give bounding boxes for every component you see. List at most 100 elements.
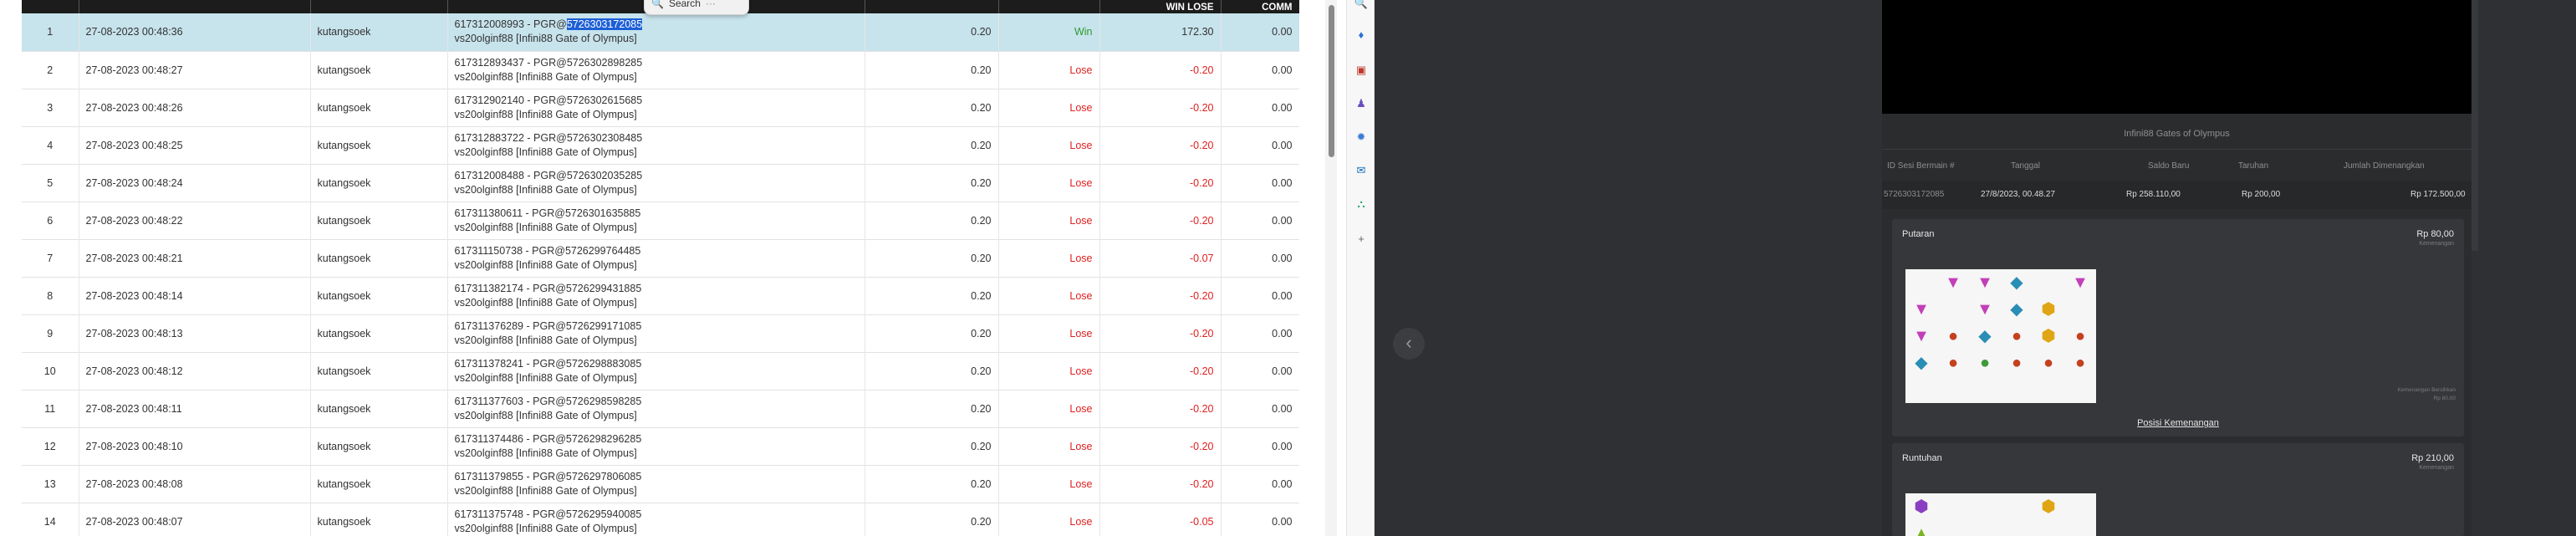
table-row[interactable]: 8 27-08-2023 00:48:14 kutangsoek 6173113821… xyxy=(22,277,1299,314)
row-date: 27-08-2023 00:48:22 xyxy=(79,202,311,239)
row-ref-id[interactable]: 5726298883085 xyxy=(566,358,641,370)
row-comm: 0.00 xyxy=(1221,51,1299,89)
row-ref-id[interactable]: 5726298598285 xyxy=(566,396,641,407)
table-row[interactable]: 2 27-08-2023 00:48:27 kutangsoek 6173128934… xyxy=(22,51,1299,89)
cart-icon[interactable]: ⛬ xyxy=(1353,196,1370,212)
column-header-comm[interactable]: COMM xyxy=(1221,0,1299,13)
row-comm: 0.00 xyxy=(1221,89,1299,126)
row-win-lose: -0.20 xyxy=(1099,202,1222,239)
search-icon[interactable]: 🔍 xyxy=(1353,0,1370,12)
row-ref-id[interactable]: 5726301635885 xyxy=(565,207,640,219)
row-status: Lose xyxy=(998,89,1100,126)
tag-icon[interactable]: ♦ xyxy=(1353,27,1370,43)
row-number: 2 xyxy=(22,51,79,89)
row-detail: 617311377603 - PGR@5726298598285 vs20olgi… xyxy=(447,390,865,427)
row-user: kutangsoek xyxy=(310,89,448,126)
row-user: kutangsoek xyxy=(310,352,448,390)
row-comm: 0.00 xyxy=(1221,13,1299,51)
column-header-no[interactable] xyxy=(22,0,79,13)
row-comm: 0.00 xyxy=(1221,427,1299,465)
column-header-user[interactable] xyxy=(310,0,448,13)
row-ref-prefix: 617311150738 - PGR@ xyxy=(454,244,565,257)
table-row[interactable]: 3 27-08-2023 00:48:26 kutangsoek 6173129021… xyxy=(22,89,1299,126)
triangle-gem-icon: ▼ xyxy=(1977,300,1993,319)
row-ref-id[interactable]: 5726299171085 xyxy=(566,320,641,332)
column-header-win-lose[interactable]: WIN LOSE xyxy=(1099,0,1222,13)
table-row[interactable]: 6 27-08-2023 00:48:22 kutangsoek 6173113806… xyxy=(22,202,1299,239)
row-ref-id[interactable]: 5726299431885 xyxy=(566,283,641,294)
search-icon[interactable]: 🔍 xyxy=(651,0,664,9)
copilot-icon[interactable]: ✹ xyxy=(1353,129,1370,145)
search-popup-label: Search xyxy=(668,0,701,9)
row-bet: 0.20 xyxy=(865,427,999,465)
header-session-id: ID Sesi Bermain # xyxy=(1887,161,1955,171)
session-id-value[interactable]: 5726303172085 xyxy=(1884,190,1944,199)
row-ref-prefix: 617312008488 - PGR@ xyxy=(454,169,567,181)
row-bet: 0.20 xyxy=(865,465,999,503)
table-row[interactable]: 4 27-08-2023 00:48:25 kutangsoek 6173128837… xyxy=(22,126,1299,164)
column-header-date[interactable] xyxy=(79,0,311,13)
green-triangle-gem-icon: ▲ xyxy=(1913,524,1930,536)
table-row[interactable]: 1 27-08-2023 00:48:36 kutangsoek 6173120089… xyxy=(22,13,1299,51)
chess-icon[interactable]: ♟ xyxy=(1353,95,1370,112)
win-positions-link[interactable]: Posisi Kemenangan xyxy=(1892,418,2464,428)
detail-scrollbar[interactable] xyxy=(2471,0,2478,251)
table-row[interactable]: 12 27-08-2023 00:48:10 kutangsoek 617311374… xyxy=(22,427,1299,465)
row-bet: 0.20 xyxy=(865,164,999,202)
row-ref-id[interactable]: 5726298296285 xyxy=(566,433,641,445)
search-popup[interactable]: 🔍 Search ··· xyxy=(644,0,749,15)
row-ref-id[interactable]: 5726295940085 xyxy=(566,508,641,520)
row-detail: 617311379855 - PGR@5726297806085 vs20olgi… xyxy=(447,465,865,503)
diamond-gem-icon: ◆ xyxy=(2010,273,2023,292)
table-row[interactable]: 5 27-08-2023 00:48:24 kutangsoek 6173120084… xyxy=(22,164,1299,202)
tumble-label: Runtuhan xyxy=(1902,453,1942,463)
table-row[interactable]: 11 27-08-2023 00:48:11 kutangsoek 617311377… xyxy=(22,390,1299,427)
row-ref-id[interactable]: 5726303172085 xyxy=(566,18,643,31)
win-note-line2: Rp 80,00 xyxy=(2433,396,2456,401)
row-bet: 0.20 xyxy=(865,503,999,536)
row-bet: 0.20 xyxy=(865,314,999,352)
row-win-lose: -0.20 xyxy=(1099,277,1222,314)
row-win-lose: -0.20 xyxy=(1099,314,1222,352)
row-game: vs20olginf88 [Infini88 Gate of Olympus] xyxy=(454,70,637,83)
table-scrollbar[interactable] xyxy=(1325,0,1337,536)
row-detail: 617312893437 - PGR@5726302898285 vs20olgi… xyxy=(447,51,865,89)
spin-symbol-grid: ▼ ▼ ◆ ▼ ▼ ▼ ◆ ⬢ ▼ ● ◆ ● ⬢ ● ◆ ● ● ● ● ● xyxy=(1905,269,2096,403)
row-bet: 0.20 xyxy=(865,390,999,427)
bet-history-table-wrapper: WIN LOSE COMM 1 27-08-2023 00:48:36 kutang… xyxy=(22,0,1299,536)
balance-value: Rp 258.110,00 xyxy=(2126,190,2181,199)
row-status: Lose xyxy=(998,465,1100,503)
column-header-status[interactable] xyxy=(998,0,1100,13)
row-number: 14 xyxy=(22,503,79,536)
outlook-icon[interactable]: ✉ xyxy=(1353,162,1370,179)
plus-icon[interactable]: + xyxy=(1353,231,1370,248)
row-date: 27-08-2023 00:48:36 xyxy=(79,13,311,51)
row-ref-id[interactable]: 5726302035285 xyxy=(567,170,642,181)
column-header-bet[interactable] xyxy=(865,0,999,13)
triangle-gem-icon: ▼ xyxy=(2072,273,2089,292)
previous-button[interactable]: ‹ xyxy=(1393,328,1425,360)
row-ref-id[interactable]: 5726302898285 xyxy=(567,57,642,69)
row-win-lose: -0.20 xyxy=(1099,89,1222,126)
row-ref-id[interactable]: 5726299764485 xyxy=(565,245,640,257)
table-row[interactable]: 9 27-08-2023 00:48:13 kutangsoek 6173113762… xyxy=(22,314,1299,352)
row-number: 8 xyxy=(22,277,79,314)
row-date: 27-08-2023 00:48:08 xyxy=(79,465,311,503)
header-date: Tanggal xyxy=(2011,161,2041,171)
row-ref-id[interactable]: 5726302308485 xyxy=(567,132,642,144)
scrollbar-thumb[interactable] xyxy=(1329,5,1334,157)
row-ref-id[interactable]: 5726297806085 xyxy=(566,471,641,482)
table-row[interactable]: 10 27-08-2023 00:48:12 kutangsoek 617311378… xyxy=(22,352,1299,390)
row-ref-id[interactable]: 5726302615685 xyxy=(567,94,642,106)
row-game: vs20olginf88 [Infini88 Gate of Olympus] xyxy=(454,108,637,120)
table-row[interactable]: 13 27-08-2023 00:48:08 kutangsoek 617311379… xyxy=(22,465,1299,503)
table-row[interactable]: 14 27-08-2023 00:48:07 kutangsoek 617311375… xyxy=(22,503,1299,536)
row-game: vs20olginf88 [Infini88 Gate of Olympus] xyxy=(454,221,637,233)
row-status: Win xyxy=(998,13,1100,51)
more-icon[interactable]: ··· xyxy=(706,0,716,9)
row-game: vs20olginf88 [Infini88 Gate of Olympus] xyxy=(454,447,637,459)
table-row[interactable]: 7 27-08-2023 00:48:21 kutangsoek 6173111507… xyxy=(22,239,1299,277)
briefcase-icon[interactable]: ▣ xyxy=(1353,62,1370,79)
row-win-lose: -0.20 xyxy=(1099,126,1222,164)
row-number: 11 xyxy=(22,390,79,427)
